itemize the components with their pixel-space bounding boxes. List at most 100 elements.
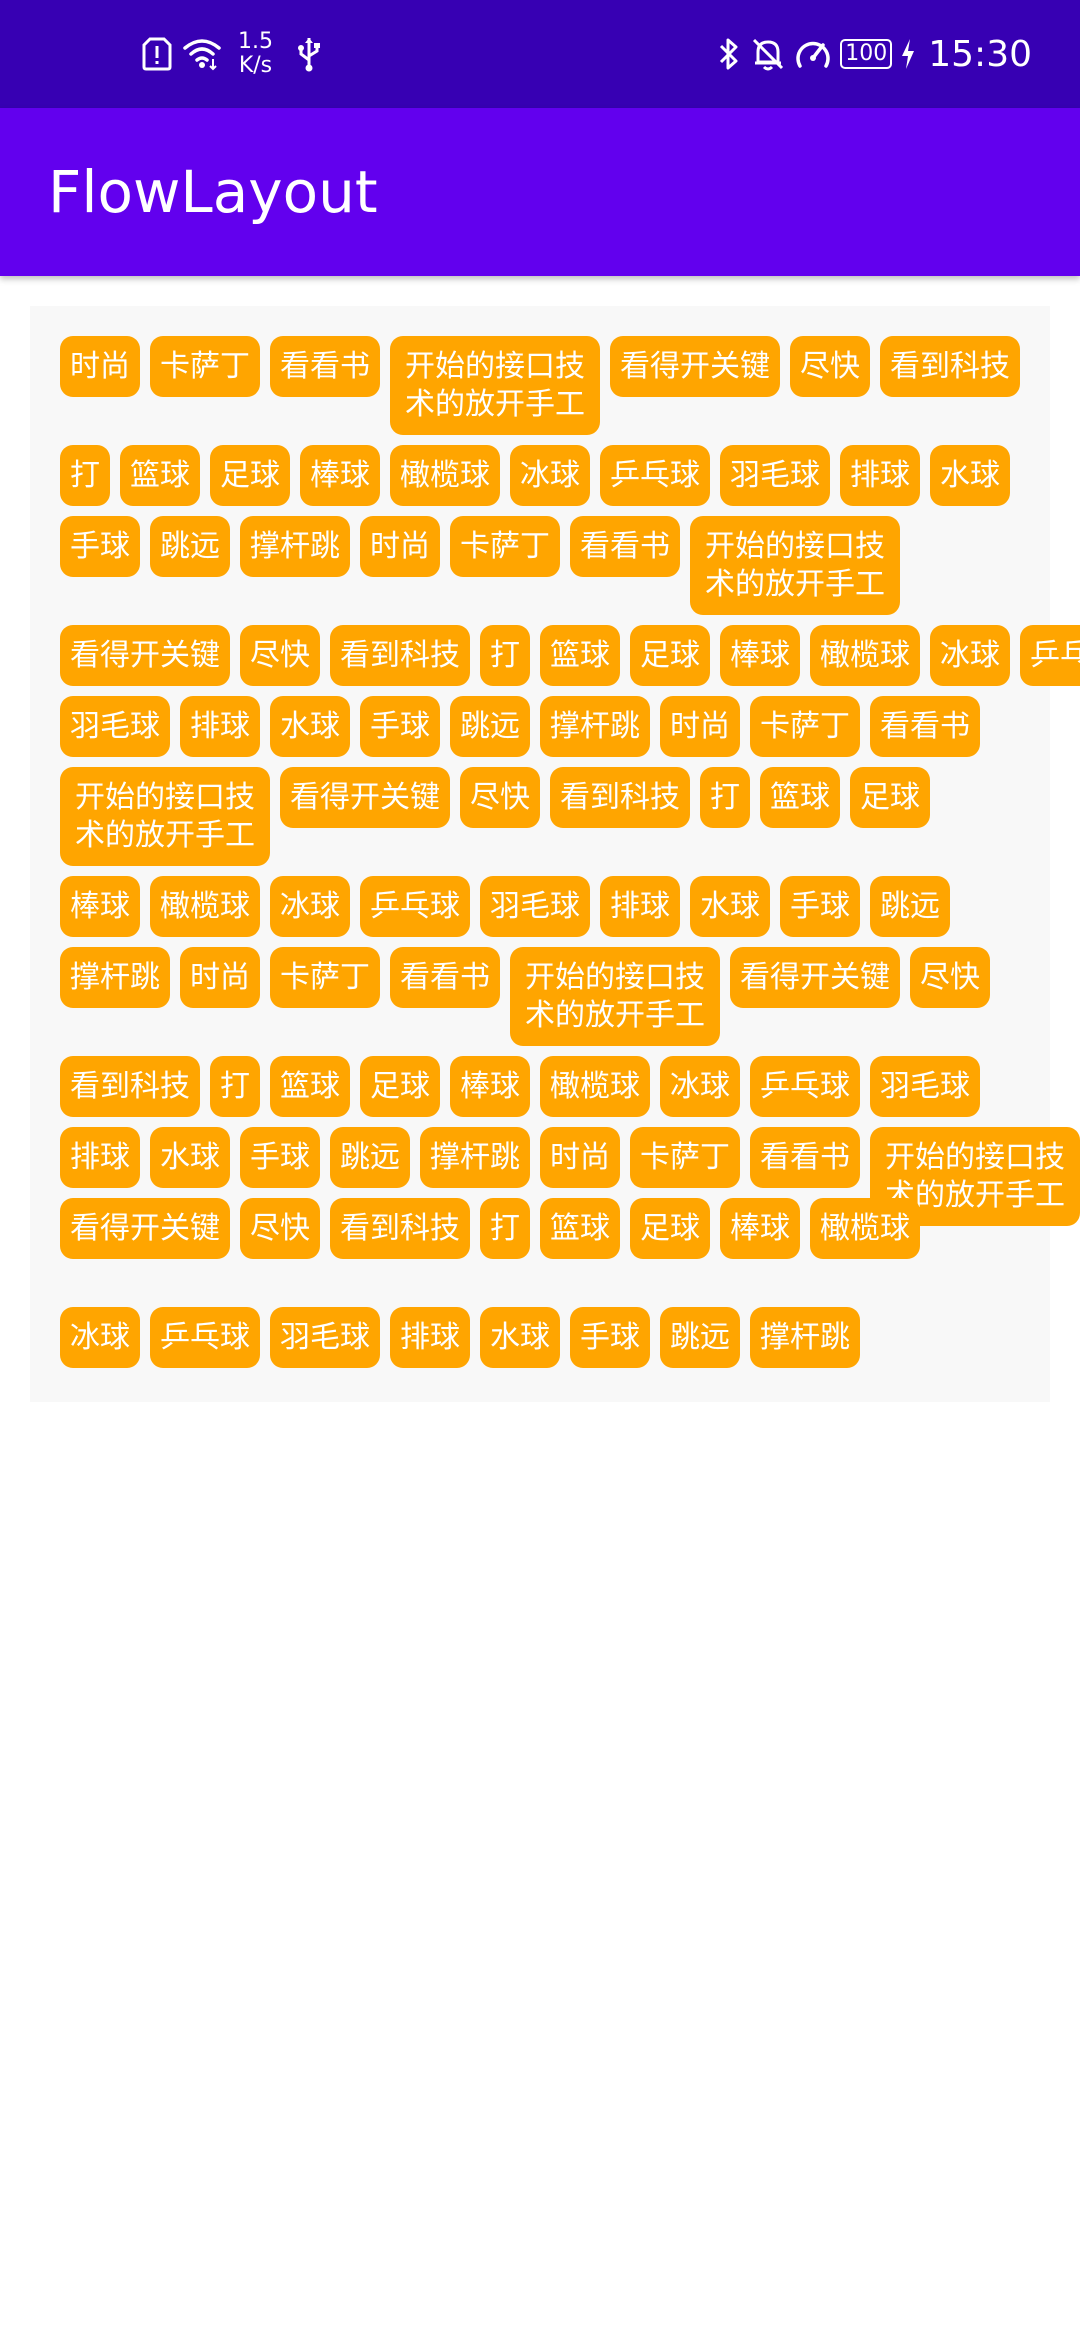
flow-tag[interactable]: 乒乓球 — [750, 1056, 860, 1117]
flow-tag[interactable]: 卡萨丁 — [750, 696, 860, 757]
flow-tag[interactable]: 水球 — [690, 876, 770, 937]
flow-tag[interactable]: 橄榄球 — [810, 1198, 920, 1259]
flow-tag[interactable]: 撑杆跳 — [240, 516, 350, 577]
flow-tag[interactable]: 水球 — [270, 696, 350, 757]
flow-tag[interactable]: 看看书 — [870, 696, 980, 757]
flow-tag[interactable]: 看到科技 — [330, 625, 470, 686]
flow-tag[interactable]: 开始的接口技术的放开手工 — [690, 516, 900, 615]
flow-tag[interactable]: 时尚 — [180, 947, 260, 1008]
flow-tag[interactable]: 足球 — [630, 625, 710, 686]
flow-tag[interactable]: 尽快 — [790, 336, 870, 397]
flow-tag[interactable]: 乒乓球 — [360, 876, 470, 937]
flow-tag[interactable]: 篮球 — [120, 445, 200, 506]
flow-tag[interactable]: 水球 — [480, 1307, 560, 1368]
flow-tag[interactable]: 看到科技 — [330, 1198, 470, 1259]
flow-tag[interactable]: 开始的接口技术的放开手工 — [60, 767, 270, 866]
flow-tag[interactable]: 羽毛球 — [270, 1307, 380, 1368]
flow-tag[interactable]: 看到科技 — [550, 767, 690, 828]
flow-tag[interactable]: 看得开关键 — [610, 336, 780, 397]
flow-tag[interactable]: 开始的接口技术的放开手工 — [390, 336, 600, 435]
flow-tag[interactable]: 水球 — [930, 445, 1010, 506]
flow-tag[interactable]: 打 — [210, 1056, 260, 1117]
flow-tag[interactable]: 看得开关键 — [280, 767, 450, 828]
flow-tag[interactable]: 跳远 — [330, 1127, 410, 1188]
flow-tag[interactable]: 橄榄球 — [390, 445, 500, 506]
flow-tag[interactable]: 橄榄球 — [540, 1056, 650, 1117]
flow-tag[interactable]: 尽快 — [240, 625, 320, 686]
flow-tag[interactable]: 篮球 — [270, 1056, 350, 1117]
flow-tag[interactable]: 乒乓球 — [600, 445, 710, 506]
flow-tag[interactable]: 羽毛球 — [480, 876, 590, 937]
flow-tag[interactable]: 冰球 — [60, 1307, 140, 1368]
flow-tag[interactable]: 手球 — [570, 1307, 650, 1368]
flow-tag[interactable]: 看得开关键 — [60, 625, 230, 686]
flow-tag[interactable]: 篮球 — [760, 767, 840, 828]
flow-tag[interactable]: 撑杆跳 — [540, 696, 650, 757]
flow-tag[interactable]: 打 — [60, 445, 110, 506]
flow-tag[interactable]: 排球 — [180, 696, 260, 757]
flow-tag[interactable]: 看到科技 — [60, 1056, 200, 1117]
flow-tag[interactable]: 棒球 — [300, 445, 380, 506]
flow-tag[interactable]: 尽快 — [460, 767, 540, 828]
flow-tag[interactable]: 卡萨丁 — [150, 336, 260, 397]
flow-tag[interactable]: 水球 — [150, 1127, 230, 1188]
flow-tag[interactable]: 看得开关键 — [60, 1198, 230, 1259]
flow-tag[interactable]: 手球 — [60, 516, 140, 577]
flow-tag[interactable]: 看看书 — [570, 516, 680, 577]
flow-tag[interactable]: 乒乓球 — [1020, 625, 1080, 686]
flow-tag[interactable]: 时尚 — [540, 1127, 620, 1188]
flow-tag[interactable]: 时尚 — [360, 516, 440, 577]
flow-tag[interactable]: 棒球 — [450, 1056, 530, 1117]
flow-tag[interactable]: 看得开关键 — [730, 947, 900, 1008]
flow-tag[interactable]: 冰球 — [930, 625, 1010, 686]
flow-tag[interactable]: 棒球 — [60, 876, 140, 937]
flow-tag[interactable]: 冰球 — [510, 445, 590, 506]
flow-tag[interactable]: 打 — [700, 767, 750, 828]
flow-tag[interactable]: 跳远 — [450, 696, 530, 757]
flow-tag[interactable]: 乒乓球 — [150, 1307, 260, 1368]
flow-tag[interactable]: 撑杆跳 — [420, 1127, 530, 1188]
flow-tag[interactable]: 手球 — [360, 696, 440, 757]
flow-tag[interactable]: 卡萨丁 — [450, 516, 560, 577]
flow-tag[interactable]: 撑杆跳 — [60, 947, 170, 1008]
flow-tag[interactable]: 篮球 — [540, 1198, 620, 1259]
flow-tag[interactable]: 撑杆跳 — [750, 1307, 860, 1368]
flow-tag[interactable]: 时尚 — [660, 696, 740, 757]
flow-tag[interactable]: 时尚 — [60, 336, 140, 397]
flow-tag[interactable]: 尽快 — [240, 1198, 320, 1259]
flow-tag[interactable]: 排球 — [840, 445, 920, 506]
bell-off-icon — [750, 36, 786, 72]
flow-tag[interactable]: 打 — [480, 1198, 530, 1259]
flow-tag[interactable]: 打 — [480, 625, 530, 686]
flow-tag[interactable]: 开始的接口技术的放开手工 — [510, 947, 720, 1046]
flow-tag[interactable]: 冰球 — [270, 876, 350, 937]
flow-tag[interactable]: 看看书 — [390, 947, 500, 1008]
flow-tag[interactable]: 手球 — [780, 876, 860, 937]
flow-tag[interactable]: 羽毛球 — [870, 1056, 980, 1117]
flow-tag[interactable]: 卡萨丁 — [270, 947, 380, 1008]
flow-tag[interactable]: 卡萨丁 — [630, 1127, 740, 1188]
flow-tag[interactable]: 手球 — [240, 1127, 320, 1188]
flow-tag[interactable]: 看到科技 — [880, 336, 1020, 397]
flow-tag[interactable]: 棒球 — [720, 1198, 800, 1259]
flow-tag[interactable]: 羽毛球 — [60, 696, 170, 757]
flow-tag[interactable]: 足球 — [850, 767, 930, 828]
flow-tag[interactable]: 跳远 — [870, 876, 950, 937]
flow-tag[interactable]: 棒球 — [720, 625, 800, 686]
flow-tag[interactable]: 排球 — [390, 1307, 470, 1368]
flow-tag[interactable]: 橄榄球 — [810, 625, 920, 686]
flow-tag[interactable]: 足球 — [210, 445, 290, 506]
flow-tag[interactable]: 羽毛球 — [720, 445, 830, 506]
flow-tag[interactable]: 排球 — [60, 1127, 140, 1188]
flow-tag[interactable]: 橄榄球 — [150, 876, 260, 937]
flow-tag[interactable]: 足球 — [630, 1198, 710, 1259]
flow-tag[interactable]: 足球 — [360, 1056, 440, 1117]
flow-tag[interactable]: 看看书 — [270, 336, 380, 397]
flow-tag[interactable]: 看看书 — [750, 1127, 860, 1188]
flow-tag[interactable]: 排球 — [600, 876, 680, 937]
flow-tag[interactable]: 跳远 — [660, 1307, 740, 1368]
flow-tag[interactable]: 冰球 — [660, 1056, 740, 1117]
flow-tag[interactable]: 尽快 — [910, 947, 990, 1008]
flow-tag[interactable]: 跳远 — [150, 516, 230, 577]
flow-tag[interactable]: 篮球 — [540, 625, 620, 686]
